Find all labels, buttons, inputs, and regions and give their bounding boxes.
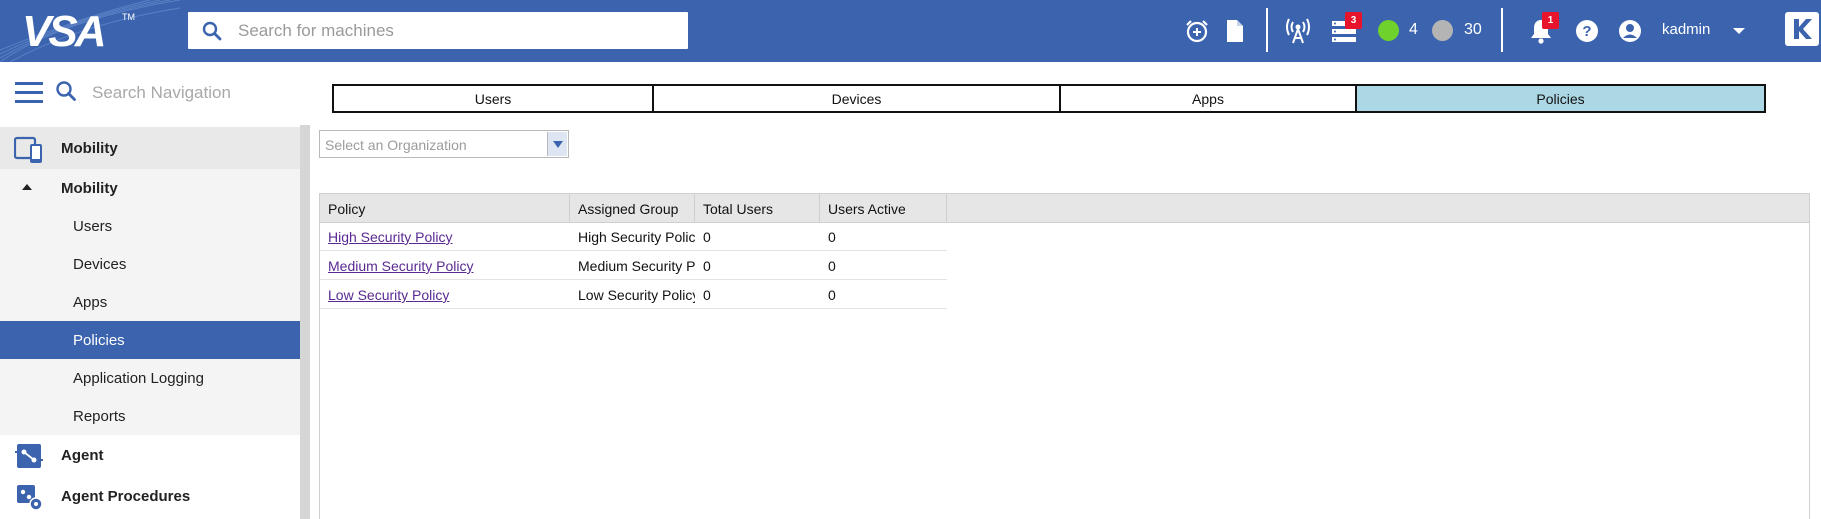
notifications-badge: 1 bbox=[1542, 12, 1559, 29]
policy-cell: High Security Policy bbox=[320, 223, 570, 251]
alarm-clock-icon[interactable] bbox=[1183, 17, 1211, 45]
nav-module-agent[interactable]: Agent bbox=[0, 435, 300, 476]
agent-procedures-icon bbox=[17, 485, 43, 511]
column-header-total-users[interactable]: Total Users bbox=[695, 194, 820, 223]
assigned-group-cell: Medium Security Policy bbox=[578, 258, 695, 274]
online-count[interactable]: 4 bbox=[1409, 21, 1418, 39]
nav-module-label: Mobility bbox=[61, 139, 118, 157]
tab-devices[interactable]: Devices bbox=[654, 86, 1061, 111]
vsa-logo[interactable]: VSA TM bbox=[18, 4, 143, 56]
policy-cell: Low Security Policy bbox=[320, 281, 570, 309]
nav-search-input[interactable] bbox=[92, 76, 302, 110]
policy-cell: Medium Security Policy bbox=[320, 252, 570, 280]
nav-submodule-mobility[interactable]: Mobility bbox=[0, 169, 300, 207]
svg-text:?: ? bbox=[1582, 23, 1591, 40]
nav-item-label: Users bbox=[73, 217, 113, 235]
policy-link[interactable]: High Security Policy bbox=[328, 229, 453, 245]
logo-text: VSA bbox=[22, 7, 107, 56]
nav-item-label: Apps bbox=[73, 293, 108, 311]
table-row: Medium Security Policy Medium Security P… bbox=[320, 252, 947, 280]
hamburger-menu-icon[interactable] bbox=[15, 82, 43, 106]
top-header: VSA TM Search for machines 3 4 30 1 ? ka… bbox=[0, 0, 1821, 62]
grid-header-row: Policy Assigned Group Total Users Users … bbox=[320, 194, 1809, 223]
nav-item-label: Devices bbox=[73, 255, 127, 273]
nav-module-label: Agent bbox=[61, 447, 104, 464]
tab-policies[interactable]: Policies bbox=[1357, 86, 1764, 111]
nav-scrollbar[interactable] bbox=[300, 125, 310, 519]
document-icon[interactable] bbox=[1221, 17, 1249, 45]
policy-link[interactable]: Medium Security Policy bbox=[328, 258, 474, 274]
users-active-cell: 0 bbox=[828, 287, 836, 303]
servers-badge: 3 bbox=[1345, 12, 1362, 29]
column-header-policy[interactable]: Policy bbox=[320, 194, 570, 223]
agent-icon bbox=[15, 444, 43, 468]
collapse-triangle-icon[interactable] bbox=[22, 184, 32, 190]
offline-count[interactable]: 30 bbox=[1464, 21, 1482, 39]
total-users-cell: 0 bbox=[703, 229, 711, 245]
header-divider bbox=[1266, 8, 1268, 52]
antenna-signal-icon[interactable] bbox=[1284, 17, 1312, 45]
username-label[interactable]: kadmin bbox=[1662, 21, 1710, 38]
nav-module-label: Agent Procedures bbox=[61, 488, 191, 505]
table-row: Low Security Policy Low Security Policy … bbox=[320, 281, 947, 309]
tab-users[interactable]: Users bbox=[334, 86, 654, 111]
help-icon[interactable]: ? bbox=[1573, 17, 1601, 45]
nav-item-policies[interactable]: Policies bbox=[0, 321, 300, 359]
assigned-group-cell: High Security Policy bbox=[578, 229, 695, 245]
user-menu-chevron-down-icon[interactable] bbox=[1725, 17, 1753, 45]
nav-item-apps[interactable]: Apps bbox=[0, 283, 300, 321]
nav-item-label: Reports bbox=[73, 407, 126, 425]
nav-item-application-logging[interactable]: Application Logging bbox=[0, 359, 300, 397]
total-users-cell: 0 bbox=[703, 258, 711, 274]
chevron-down-icon[interactable] bbox=[547, 132, 567, 156]
nav-module-agent-procedures[interactable]: Agent Procedures bbox=[0, 476, 300, 517]
offline-status-dot bbox=[1432, 20, 1453, 41]
users-active-cell: 0 bbox=[828, 258, 836, 274]
machine-search-box[interactable] bbox=[188, 12, 688, 49]
machine-search-input[interactable] bbox=[238, 12, 678, 49]
organization-select[interactable]: Select an Organization bbox=[319, 130, 569, 158]
nav-item-users[interactable]: Users bbox=[0, 207, 300, 245]
users-active-cell: 0 bbox=[828, 229, 836, 245]
mobile-devices-icon bbox=[14, 136, 42, 163]
nav-search-bar bbox=[0, 62, 310, 125]
nav-module-mobility[interactable]: Mobility bbox=[0, 127, 300, 169]
search-icon bbox=[202, 21, 222, 41]
column-header-users-active[interactable]: Users Active bbox=[820, 194, 947, 223]
nav-item-label: Application Logging bbox=[73, 369, 204, 387]
tab-apps[interactable]: Apps bbox=[1061, 86, 1357, 111]
search-icon bbox=[56, 81, 76, 101]
mobility-tab-bar: Users Devices Apps Policies bbox=[332, 84, 1766, 113]
assigned-group-cell: Low Security Policy bbox=[578, 287, 695, 303]
user-avatar-icon[interactable] bbox=[1616, 17, 1644, 45]
header-divider bbox=[1501, 8, 1503, 52]
left-navigation: Mobility Mobility Users Devices Apps Pol… bbox=[0, 62, 310, 519]
policies-grid: Policy Assigned Group Total Users Users … bbox=[319, 193, 1810, 519]
notifications-bell-icon[interactable]: 1 bbox=[1527, 12, 1559, 45]
nav-item-reports[interactable]: Reports bbox=[0, 397, 300, 435]
nav-item-label: Policies bbox=[73, 331, 125, 349]
table-row: High Security Policy High Security Polic… bbox=[320, 223, 947, 251]
nav-item-devices[interactable]: Devices bbox=[0, 245, 300, 283]
kaseya-logo-icon[interactable] bbox=[1785, 12, 1819, 46]
online-status-dot bbox=[1378, 20, 1399, 41]
total-users-cell: 0 bbox=[703, 287, 711, 303]
organization-select-placeholder: Select an Organization bbox=[325, 137, 467, 153]
servers-icon[interactable]: 3 bbox=[1330, 12, 1362, 45]
logo-trademark: TM bbox=[122, 12, 135, 22]
nav-submodule-label: Mobility bbox=[61, 179, 118, 197]
policy-link[interactable]: Low Security Policy bbox=[328, 287, 449, 303]
column-header-assigned-group[interactable]: Assigned Group bbox=[570, 194, 695, 223]
